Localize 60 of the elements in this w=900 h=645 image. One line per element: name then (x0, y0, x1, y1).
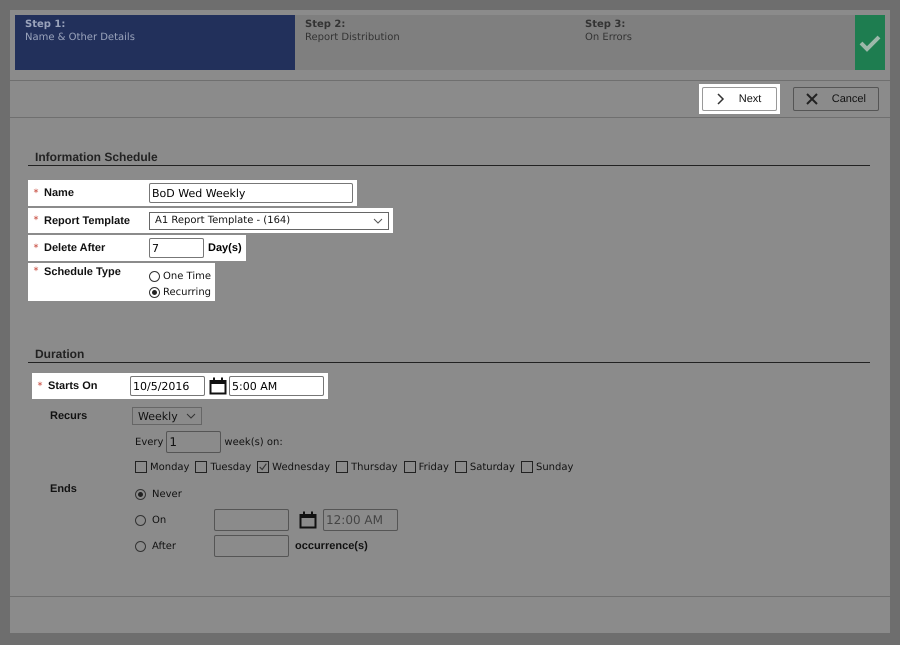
close-icon (806, 93, 818, 105)
cancel-button[interactable]: Cancel (792, 87, 879, 111)
field-label: Report Template (44, 214, 131, 226)
day-label: Monday (150, 462, 190, 472)
radio-label: One Time (163, 271, 212, 282)
chevron-down-icon (373, 218, 383, 224)
day-label: Friday (418, 462, 449, 472)
checkbox[interactable] (195, 461, 208, 473)
required-mark: * (32, 242, 40, 254)
day-label: Tuesday (210, 462, 252, 472)
occurrences-label: occurrence(s) (295, 540, 368, 552)
unit-label: Day(s) (208, 242, 242, 254)
section-title: Information Schedule (28, 150, 870, 166)
day-label: Sunday (536, 462, 574, 472)
field-label: Schedule Type (44, 266, 122, 278)
radio-label: On (152, 514, 168, 526)
template-dropdown[interactable]: A1 Report Template - (164) (149, 212, 389, 230)
name-field[interactable]: BoD Wed Weekly (149, 183, 353, 203)
section-title: Duration (28, 347, 870, 363)
wizard-step[interactable]: Step 2: Report Distribution (295, 15, 575, 70)
chevron-down-icon (186, 413, 196, 419)
checkmark-icon (859, 34, 881, 52)
wizard-step[interactable]: Step 1: Name & Other Details (15, 15, 295, 70)
radio-label: Never (152, 488, 183, 500)
field-label: Delete After (44, 242, 106, 254)
radio-button[interactable] (135, 540, 146, 552)
day-label: Saturday (470, 462, 515, 472)
radio-label: Recurring (163, 287, 211, 298)
day-label: Thursday (351, 462, 398, 472)
field-label: Ends (49, 483, 78, 497)
radio-button[interactable] (149, 271, 160, 282)
chevron-right-icon (714, 93, 725, 105)
calendar-icon[interactable] (209, 377, 227, 395)
checkbox[interactable] (520, 461, 533, 473)
next-button[interactable]: Next (702, 87, 777, 111)
radio-button[interactable] (135, 488, 146, 500)
checkbox[interactable] (454, 461, 467, 473)
radio-button[interactable] (149, 287, 160, 298)
checkbox[interactable] (404, 461, 416, 473)
radio-button[interactable] (135, 514, 146, 526)
field-label: Starts On (48, 380, 99, 392)
checkbox[interactable] (257, 461, 270, 473)
time-field[interactable]: 5:00 AM (229, 376, 324, 396)
required-mark: * (36, 380, 44, 392)
required-mark: * (32, 215, 40, 226)
required-mark: * (32, 188, 40, 198)
checkbox[interactable] (336, 461, 348, 473)
field-label: Recurs (49, 410, 88, 422)
field-label: Name (44, 187, 75, 199)
interval-field[interactable]: 1 (166, 431, 222, 453)
checkbox[interactable] (135, 461, 147, 473)
radio-label: After (152, 540, 178, 552)
required-mark: * (32, 266, 40, 277)
day-label: Wednesday (272, 462, 330, 472)
recurrence-dropdown[interactable]: Weekly (132, 407, 202, 425)
date-field[interactable]: 10/5/2016 (130, 376, 205, 396)
interval-unit: week(s) on: (224, 436, 283, 448)
wizard-step[interactable]: Step 3: On Errors (575, 15, 855, 70)
days-field[interactable]: 7 (149, 238, 204, 258)
every-label: Every (135, 436, 164, 448)
